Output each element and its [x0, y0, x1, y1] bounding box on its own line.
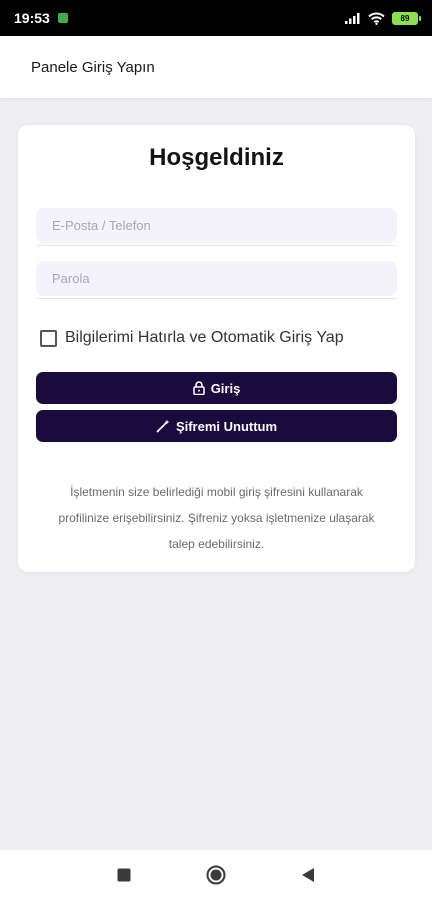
header-title: Panele Giriş Yapın — [31, 58, 155, 76]
password-field-wrap — [36, 261, 397, 299]
remember-me-row[interactable]: Bilgilerimi Hatırla ve Otomatik Giriş Ya… — [40, 329, 344, 347]
email-field-wrap — [36, 208, 397, 246]
forgot-password-label: Şifremi Unuttum — [175, 418, 278, 434]
back-icon[interactable] — [301, 867, 315, 883]
status-bar: 19:53 89 — [0, 0, 432, 36]
remember-me-checkbox[interactable] — [40, 329, 57, 347]
signal-icon — [345, 13, 360, 24]
recent-apps-icon[interactable] — [117, 868, 131, 882]
battery-icon: 89 — [392, 11, 421, 25]
status-right: 89 — [345, 11, 421, 25]
notification-icon — [57, 13, 68, 23]
wifi-icon — [368, 12, 385, 25]
welcome-title: Hoşgeldiniz — [149, 144, 284, 171]
lock-icon — [192, 381, 205, 395]
status-time: 19:53 — [14, 10, 50, 26]
magic-wand-icon — [156, 419, 170, 433]
home-icon[interactable] — [206, 865, 226, 885]
app-header: Panele Giriş Yapın — [0, 36, 432, 98]
info-text: İşletmenin size belirlediği mobil giriş … — [58, 485, 375, 551]
login-button[interactable]: Giriş — [36, 372, 397, 404]
email-field[interactable] — [36, 208, 397, 243]
battery-level: 89 — [400, 13, 410, 23]
remember-me-label[interactable]: Bilgilerimi Hatırla ve Otomatik Giriş Ya… — [65, 329, 344, 347]
login-button-label: Giriş — [210, 380, 241, 396]
login-card: Hoşgeldiniz Bilgilerimi Hatırla ve Otoma… — [18, 125, 415, 572]
forgot-password-button[interactable]: Şifremi Unuttum — [36, 410, 397, 442]
status-left: 19:53 — [14, 10, 68, 26]
password-underline — [36, 298, 397, 299]
password-field[interactable] — [36, 261, 397, 296]
system-nav-bar — [0, 850, 432, 900]
email-underline — [36, 245, 397, 246]
